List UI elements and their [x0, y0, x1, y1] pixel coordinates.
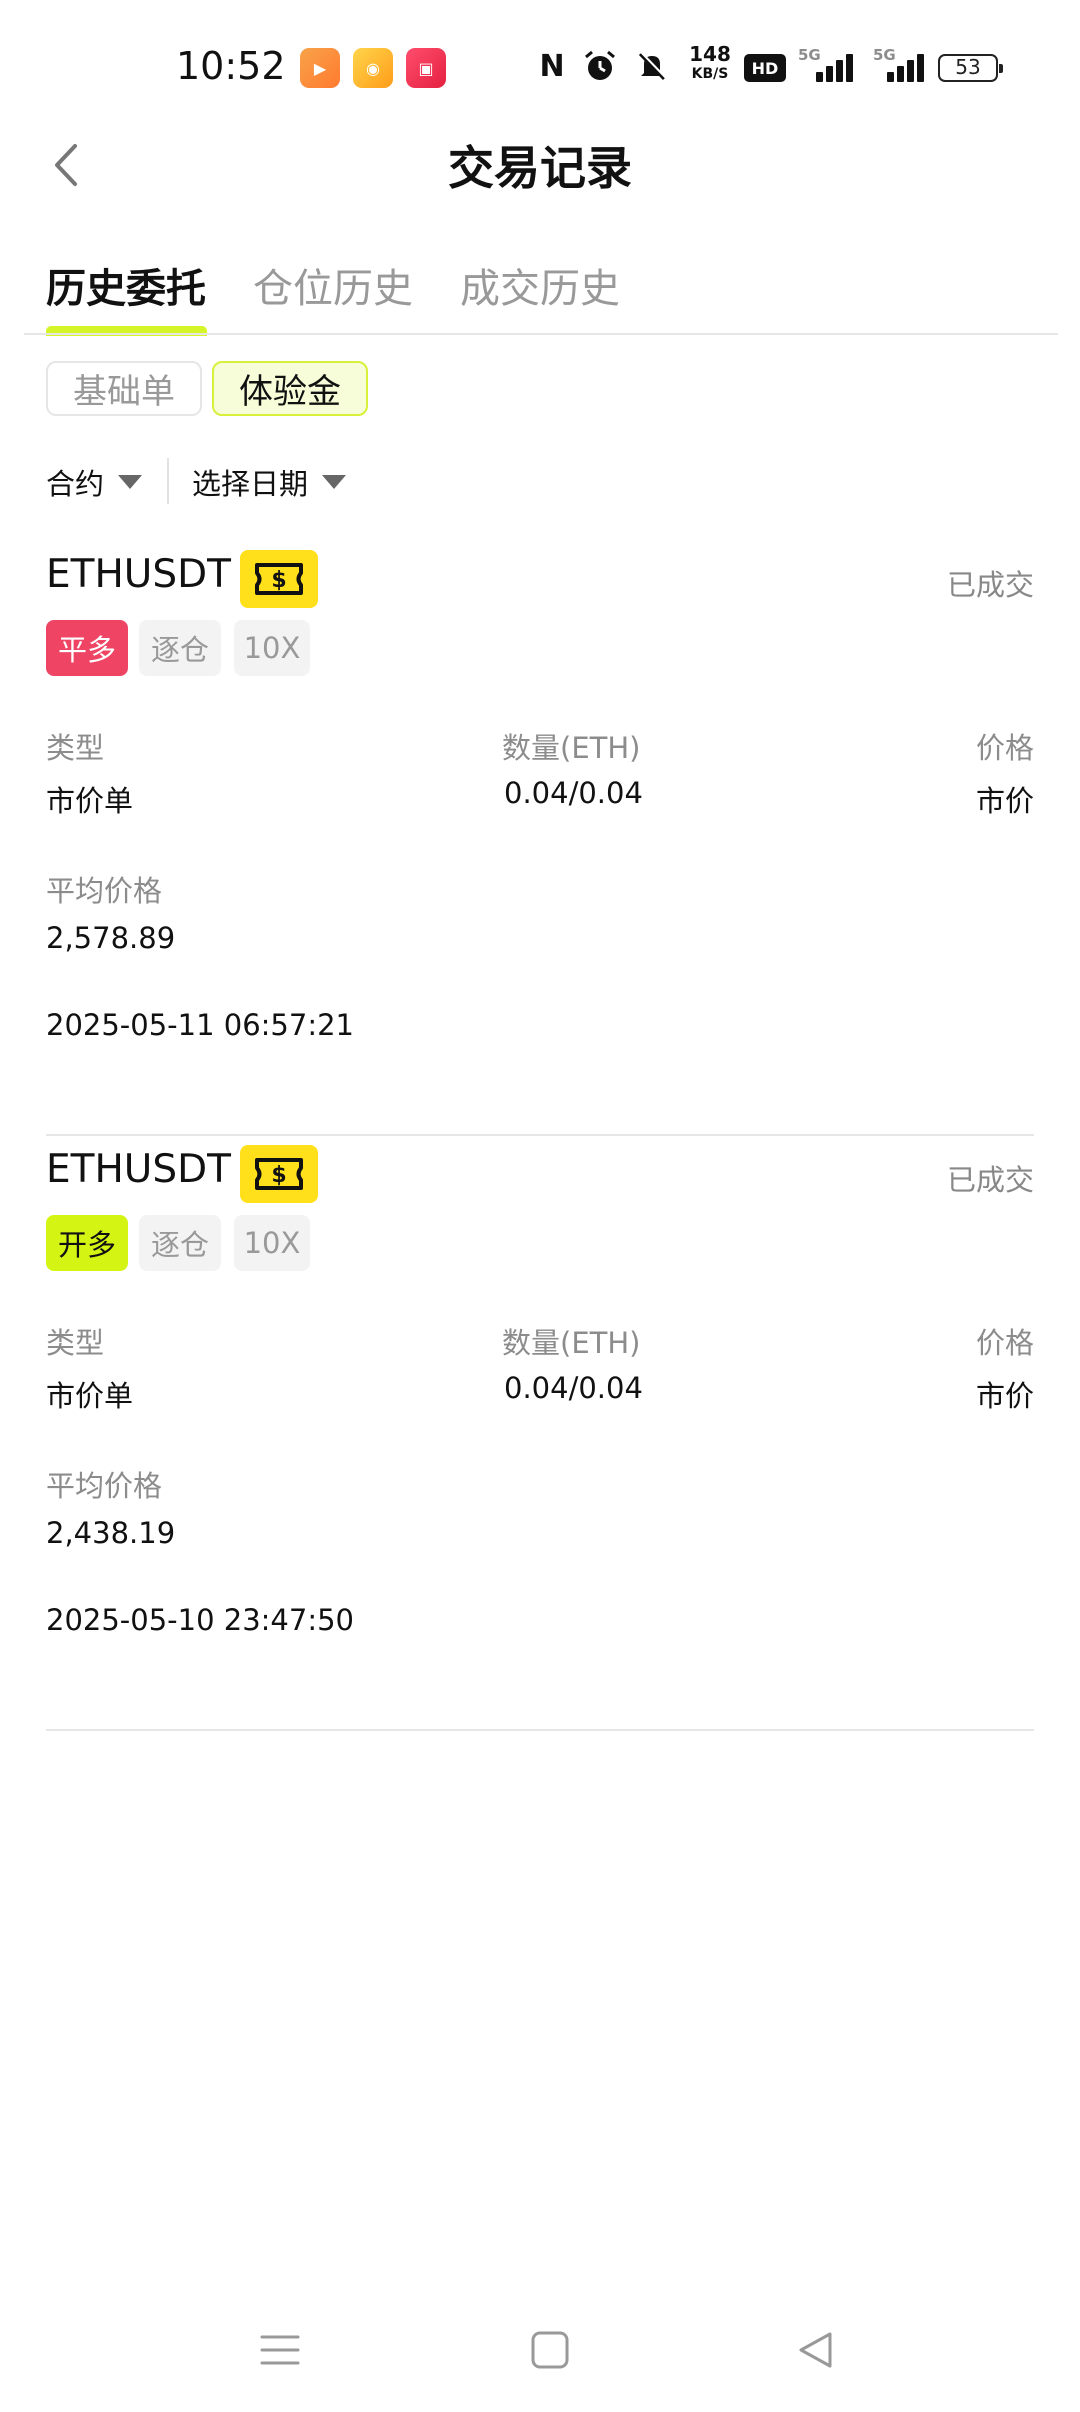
order-card[interactable]: ETHUSDT $ 已成交 开多 逐仓 10X 类型 市价单 数量(ETH) 0…	[46, 1135, 1034, 1731]
side-tag: 开多	[46, 1215, 128, 1271]
system-navigation-bar	[0, 2300, 1080, 2400]
average-price-value: 2,438.19	[46, 1516, 176, 1550]
quantity-value: 0.04/0.04	[504, 776, 643, 810]
subtab-trial-fund[interactable]: 体验金	[212, 361, 368, 416]
order-symbol: ETHUSDT	[46, 552, 231, 597]
tabs-divider	[24, 333, 1058, 335]
caret-down-icon	[322, 475, 347, 489]
date-filter-label: 选择日期	[192, 467, 309, 501]
order-status: 已成交	[946, 568, 1034, 602]
network-speed: 148 KB/S	[689, 42, 731, 82]
leverage-tag: 10X	[234, 1215, 310, 1271]
date-filter-dropdown[interactable]: 选择日期	[192, 460, 347, 504]
average-price-label: 平均价格	[46, 1469, 163, 1503]
shop-app-icon: ▣	[406, 48, 446, 88]
quantity-label: 数量(ETH)	[502, 731, 641, 765]
trial-fund-ticket-icon: $	[240, 550, 318, 608]
order-symbol: ETHUSDT	[46, 1147, 231, 1192]
quantity-value: 0.04/0.04	[504, 1371, 643, 1405]
price-value: 市价	[975, 784, 1034, 818]
trial-fund-ticket-icon: $	[240, 1145, 318, 1203]
tab-position-history[interactable]: 仓位历史	[253, 256, 413, 314]
signal-icon: 5G	[798, 46, 858, 86]
alarm-icon	[580, 46, 620, 86]
contract-filter-dropdown[interactable]: 合约	[46, 460, 143, 504]
price-label: 价格	[975, 731, 1034, 765]
recent-apps-button[interactable]	[240, 2310, 320, 2390]
home-button[interactable]	[510, 2310, 590, 2390]
page-title: 交易记录	[448, 141, 632, 195]
filter-divider	[167, 458, 169, 504]
card-divider	[46, 1729, 1034, 1731]
home-square-icon	[531, 2331, 569, 2369]
type-label: 类型	[46, 731, 105, 765]
side-tag: 平多	[46, 620, 128, 676]
system-back-button[interactable]	[776, 2310, 856, 2390]
margin-mode-tag: 逐仓	[139, 1215, 221, 1271]
order-card[interactable]: ETHUSDT $ 已成交 平多 逐仓 10X 类型 市价单 数量(ETH) 0…	[46, 540, 1034, 1136]
signal-icon: 5G	[873, 46, 933, 86]
nfc-icon: N	[539, 48, 565, 84]
menu-icon	[260, 2335, 300, 2365]
contract-filter-label: 合约	[46, 467, 105, 501]
order-timestamp: 2025-05-11 06:57:21	[46, 1008, 354, 1042]
price-value: 市价	[975, 1379, 1034, 1413]
hd-icon: HD	[744, 54, 786, 82]
average-price-label: 平均价格	[46, 874, 163, 908]
weibo-app-icon: ◉	[353, 48, 393, 88]
status-time: 10:52	[176, 44, 286, 88]
triangle-back-icon	[799, 2332, 832, 2368]
order-status: 已成交	[946, 1163, 1034, 1197]
order-timestamp: 2025-05-10 23:47:50	[46, 1603, 354, 1637]
price-label: 价格	[975, 1326, 1034, 1360]
type-label: 类型	[46, 1326, 105, 1360]
video-app-icon: ▶	[300, 48, 340, 88]
battery-icon: 53	[938, 54, 1003, 82]
status-bar: 10:52 ▶ ◉ ▣ N 148 KB/S HD 5G 5G 53	[0, 0, 1080, 130]
type-value: 市价单	[46, 784, 134, 818]
average-price-value: 2,578.89	[46, 921, 176, 955]
tab-trade-history[interactable]: 成交历史	[460, 256, 620, 314]
tab-order-history[interactable]: 历史委托	[46, 256, 206, 314]
quantity-label: 数量(ETH)	[502, 1326, 641, 1360]
leverage-tag: 10X	[234, 620, 310, 676]
subtab-basic-order[interactable]: 基础单	[46, 361, 202, 416]
svg-text:$: $	[271, 568, 286, 593]
margin-mode-tag: 逐仓	[139, 620, 221, 676]
mute-bell-icon	[632, 46, 672, 86]
svg-text:$: $	[271, 1163, 286, 1188]
type-value: 市价单	[46, 1379, 134, 1413]
caret-down-icon	[118, 475, 143, 489]
